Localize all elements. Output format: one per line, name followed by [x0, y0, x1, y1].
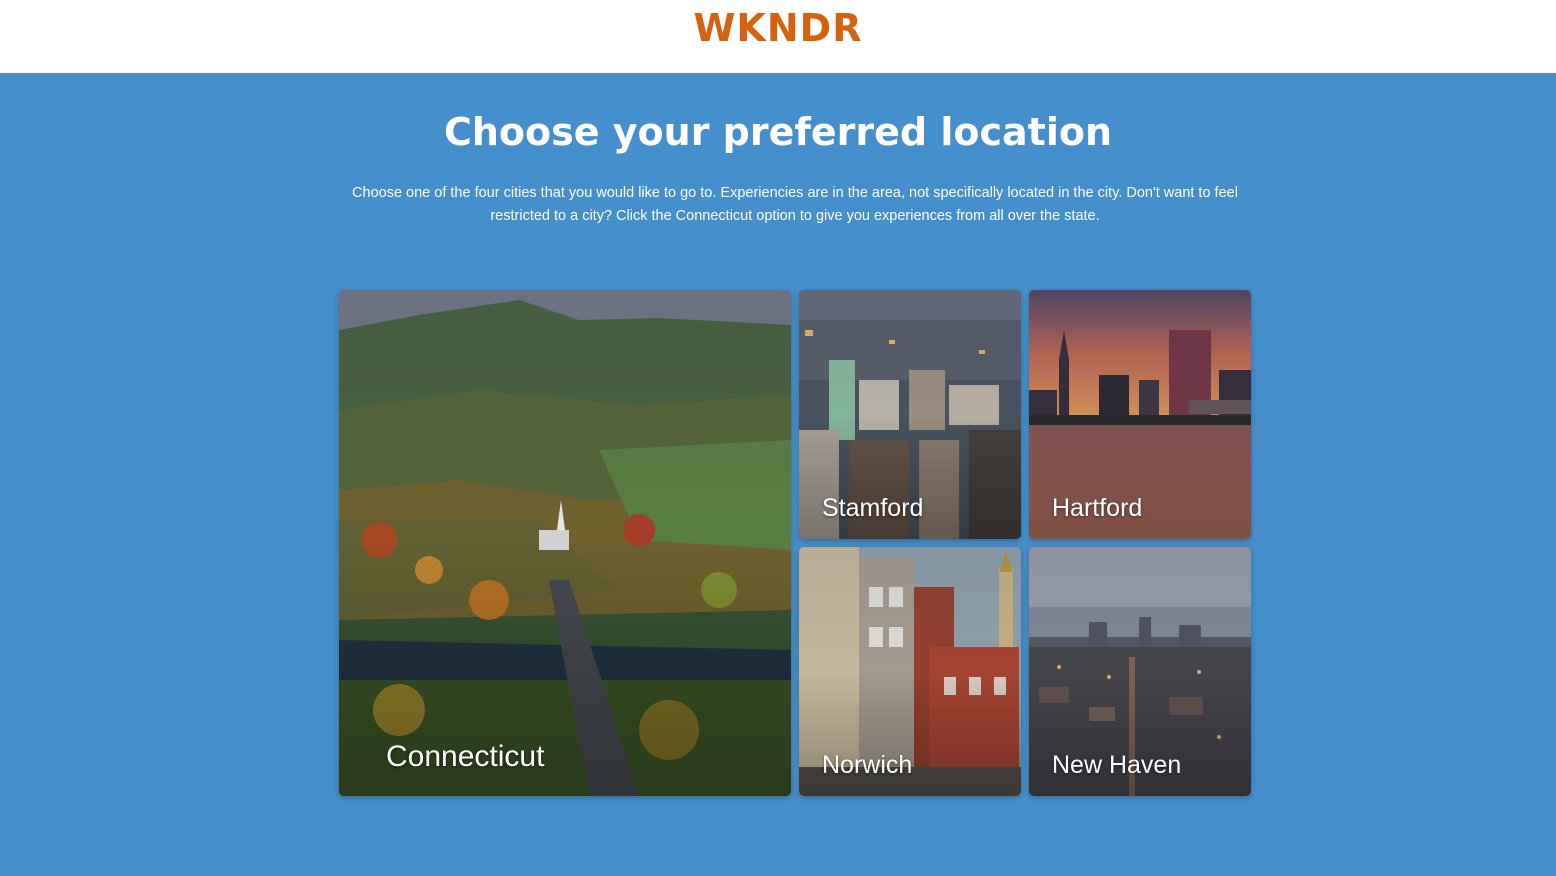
location-card-new-haven[interactable]: New Haven: [1029, 547, 1251, 796]
location-label-norwich: Norwich: [822, 751, 913, 779]
intro-text: Choose one of the four cities that you w…: [352, 185, 1238, 224]
location-label-new-haven: New Haven: [1052, 751, 1182, 779]
page-title: Choose your preferred location: [443, 110, 1113, 154]
card-shade: [339, 290, 791, 796]
location-label-connecticut: Connecticut: [386, 740, 545, 773]
top-bar: WKNDR: [0, 0, 1556, 73]
location-label-hartford: Hartford: [1052, 494, 1143, 522]
location-card-connecticut[interactable]: Connecticut: [339, 290, 791, 796]
location-card-norwich[interactable]: Norwich: [799, 547, 1021, 796]
location-card-stamford[interactable]: Stamford: [799, 290, 1021, 539]
location-card-hartford[interactable]: Hartford: [1029, 290, 1251, 539]
wkndr-logo[interactable]: WKNDR: [694, 6, 863, 50]
location-label-stamford: Stamford: [822, 494, 924, 522]
